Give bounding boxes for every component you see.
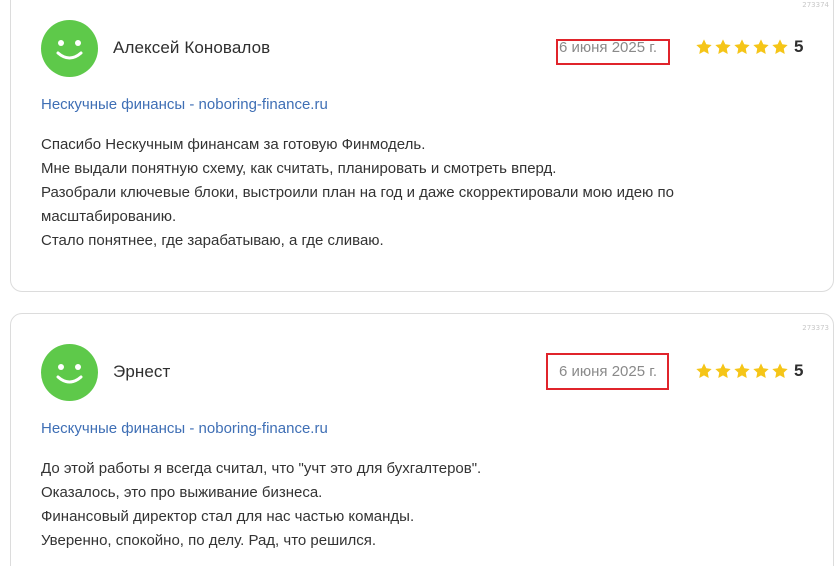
smiley-face-icon [41, 344, 98, 401]
date-highlight-box [556, 39, 670, 65]
review-text-line: масштабированию. [41, 208, 177, 225]
star-icon [753, 363, 769, 378]
star-icon [734, 363, 750, 378]
source-link[interactable]: Нескучные финансы - noboring-finance.ru [41, 96, 328, 113]
reviews-page: 273374 Алексей Коновалов 6 июня 2025 г. … [0, 0, 838, 566]
star-icon [696, 363, 712, 378]
star-icon [696, 39, 712, 54]
star-icon [753, 39, 769, 54]
rating-value: 5 [794, 361, 804, 380]
review-text-line: До этой работы я всегда считал, что "учт… [41, 460, 482, 477]
review-author: Алексей Коновалов [113, 38, 271, 57]
review-card: 273373 Эрнест 6 июня 2025 г. 5 Нескучные… [10, 313, 834, 566]
star-icon [715, 363, 731, 378]
review-text-line: Спасибо Нескучным финансам за готовую Фи… [41, 136, 426, 153]
date-highlight-box [546, 353, 669, 390]
review-text-line: Оказалось, это про выживание бизнеса. [41, 484, 323, 501]
smiley-face-icon [41, 20, 98, 77]
source-link[interactable]: Нескучные финансы - noboring-finance.ru [41, 420, 328, 437]
review-text-line: Финансовый директор стал для нас частью … [41, 508, 415, 525]
review-id: 273374 [802, 1, 829, 9]
star-icon [715, 39, 731, 54]
review-text-line: Уверенно, спокойно, по делу. Рад, что ре… [41, 532, 377, 549]
star-icon [734, 39, 750, 54]
star-icon [772, 39, 788, 54]
review-id: 273373 [802, 324, 829, 332]
star-rating [695, 38, 789, 56]
rating-value: 5 [794, 37, 804, 56]
review-text-line: Разобрали ключевые блоки, выстроили план… [41, 184, 674, 201]
star-rating [695, 362, 789, 380]
review-text-line: Стало понятнее, где зарабатываю, а где с… [41, 232, 384, 249]
review-text: Спасибо Нескучным финансам за готовую Фи… [41, 133, 801, 253]
star-icon [772, 363, 788, 378]
review-card: 273374 Алексей Коновалов 6 июня 2025 г. … [10, 0, 834, 292]
review-author: Эрнест [113, 362, 171, 381]
review-text-line: Мне выдали понятную схему, как считать, … [41, 160, 557, 177]
review-text: До этой работы я всегда считал, что "учт… [41, 457, 801, 553]
